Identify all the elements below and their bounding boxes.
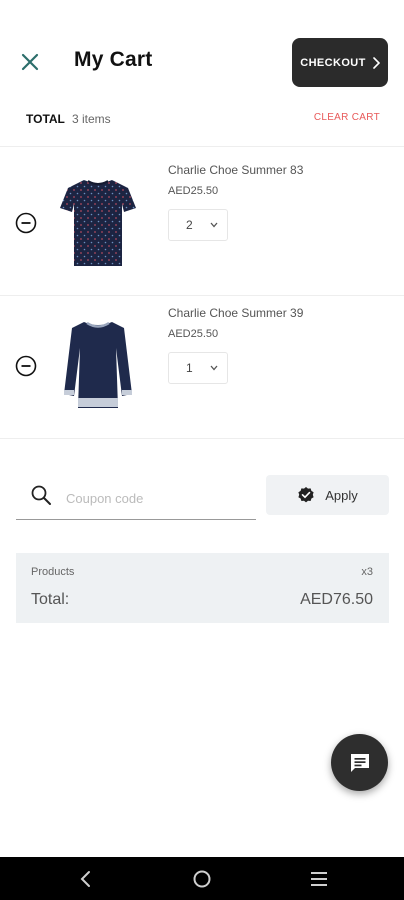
nav-home-button[interactable] xyxy=(190,867,214,891)
system-nav-bar xyxy=(0,857,404,900)
nav-back-button[interactable] xyxy=(74,867,98,891)
product-price: AED25.50 xyxy=(168,185,219,197)
chevron-down-icon xyxy=(210,222,218,228)
product-image[interactable] xyxy=(58,174,138,274)
close-button[interactable] xyxy=(16,48,44,76)
remove-item-button[interactable] xyxy=(15,355,37,377)
minus-circle-icon xyxy=(15,212,37,234)
clear-cart-button[interactable]: CLEAR CART xyxy=(314,112,380,123)
totals-panel: Products x3 Total: AED76.50 xyxy=(16,553,389,623)
check-badge-icon xyxy=(298,487,314,503)
coupon-input[interactable] xyxy=(64,486,248,510)
total-label: Total: xyxy=(31,591,70,608)
product-name[interactable]: Charlie Choe Summer 83 xyxy=(168,163,303,177)
product-price: AED25.50 xyxy=(168,328,219,340)
products-label: Products xyxy=(31,566,75,578)
products-count: x3 xyxy=(361,566,373,578)
product-image[interactable] xyxy=(58,316,138,416)
remove-item-button[interactable] xyxy=(15,212,37,234)
nav-recents-button[interactable] xyxy=(307,867,331,891)
search-icon xyxy=(31,485,51,505)
checkout-label: CHECKOUT xyxy=(300,56,366,69)
chat-button[interactable] xyxy=(331,734,388,791)
close-icon xyxy=(21,53,39,71)
chat-icon xyxy=(350,753,369,772)
home-icon xyxy=(193,870,211,888)
quantity-value: 2 xyxy=(186,218,193,232)
quantity-value: 1 xyxy=(186,361,193,375)
total-value: AED76.50 xyxy=(300,591,373,608)
apply-label: Apply xyxy=(325,487,358,503)
total-label: TOTAL xyxy=(26,112,65,126)
cart-item: Charlie Choe Summer 39 AED25.50 1 xyxy=(0,296,404,438)
product-name[interactable]: Charlie Choe Summer 39 xyxy=(168,306,303,320)
items-count: 3 items xyxy=(72,112,111,126)
back-icon xyxy=(80,871,90,887)
divider xyxy=(0,438,404,439)
page-title: My Cart xyxy=(74,48,153,71)
minus-circle-icon xyxy=(15,355,37,377)
checkout-button[interactable]: CHECKOUT xyxy=(292,38,388,87)
chevron-right-icon xyxy=(372,56,380,69)
recents-icon xyxy=(311,872,327,886)
apply-coupon-button[interactable]: Apply xyxy=(266,475,389,515)
chevron-down-icon xyxy=(210,365,218,371)
quantity-select[interactable]: 1 xyxy=(168,352,228,384)
cart-item: Charlie Choe Summer 83 AED25.50 2 xyxy=(0,147,404,295)
quantity-select[interactable]: 2 xyxy=(168,209,228,241)
coupon-field[interactable] xyxy=(16,474,256,520)
